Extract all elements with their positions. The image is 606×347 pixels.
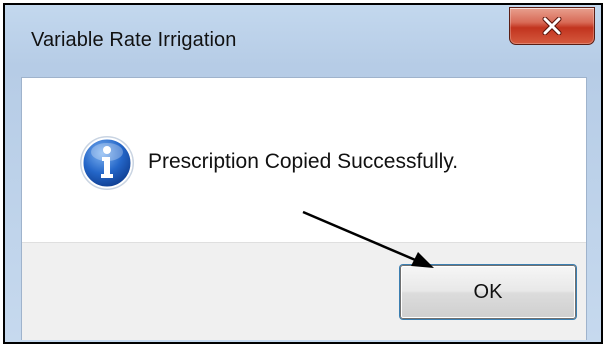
window-title: Variable Rate Irrigation [31, 29, 237, 51]
information-icon [78, 134, 136, 192]
ok-button[interactable]: OK [400, 265, 576, 319]
close-button[interactable] [509, 7, 595, 45]
close-icon [542, 17, 562, 35]
button-bar: OK [22, 242, 586, 340]
dialog-message: Prescription Copied Successfully. [148, 150, 459, 173]
dialog-content: Prescription Copied Successfully. OK [21, 77, 587, 340]
title-bar[interactable]: Variable Rate Irrigation [5, 5, 601, 77]
dialog-window: Variable Rate Irrigation Prescription Co… [3, 3, 603, 344]
